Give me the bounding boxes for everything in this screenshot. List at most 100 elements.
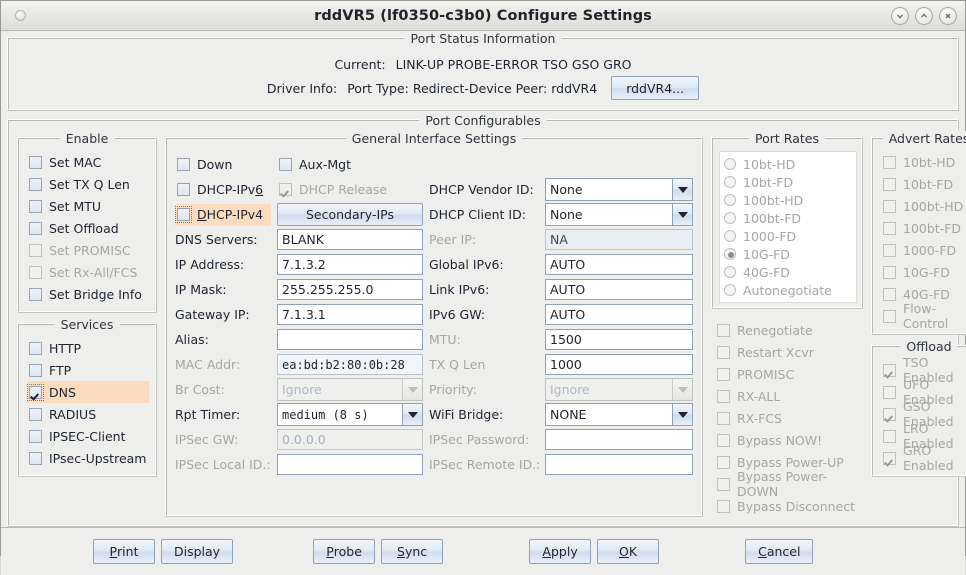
service-checkbox-radius[interactable]: RADIUS [27,403,149,425]
general-checkbox-dhcp-ipv6[interactable]: DHCP-IPv6 [175,179,271,201]
display-button[interactable]: Display [161,539,234,564]
mtu-input[interactable]: 1500 [545,329,693,350]
label: 100bt-FD [903,220,962,236]
checkbox-icon [29,265,42,279]
close-button[interactable] [939,6,957,25]
radio-icon [724,266,736,278]
port-rates-check-list: Renegotiate Restart Xcvr PROMISC RX-ALL RX-F… [711,309,863,517]
offload-list: TSO Enabled UFO Enabled GSO Enabled LRO Ena… [873,347,966,475]
advert-checkbox-flow-control: Flow-Control [881,301,966,331]
apply-button[interactable]: Apply [529,539,592,564]
service-checkbox-ftp[interactable]: FTP [27,359,149,381]
enable-checkbox-set-bridge-info[interactable]: Set Bridge Info [27,283,149,305]
port-status-panel: Port Status Information Current: LINK-UP… [7,31,959,111]
label: HTTP [49,340,81,356]
peer-port-button[interactable]: rddVR4... [611,76,700,100]
value: None [550,182,583,197]
port-configurables-panel: Port Configurables Enable Set MAC Set TX … [7,113,966,527]
service-checkbox-ipsec-client[interactable]: IPSEC-Client [27,425,149,447]
label: FTP [49,362,72,378]
probe-button[interactable]: Probe [313,539,376,564]
service-checkbox-ipsec-upstream[interactable]: IPsec-Upstream [27,447,149,469]
peer-ip-input: NA [545,229,693,250]
label: Aux-Mgt [299,157,352,172]
checkbox-icon [175,206,192,223]
checkbox-icon [717,477,730,491]
sync-button[interactable]: Sync [381,539,444,564]
advert-checkbox-100bt-fd: 100bt-FD [881,217,966,239]
services-group-title: Services [54,317,120,332]
service-checkbox-dns[interactable]: DNS [27,381,149,403]
general-checkbox-dhcp-ipv4[interactable]: DHCP-IPv4 [175,203,271,226]
window-menu-icon[interactable] [15,10,26,21]
ipsec-remote-id-input[interactable] [545,454,693,475]
field-label-ipsec-gw: IPSec GW: [175,432,239,447]
ip-mask-input[interactable]: 255.255.255.0 [277,279,423,300]
ip-address-input[interactable]: 7.1.3.2 [277,254,423,275]
label: IPSEC-Client [49,428,126,444]
radio-icon [724,230,736,242]
label: 10bt-FD [903,176,954,192]
checkbox-icon [29,155,42,169]
checkbox-icon [883,451,896,465]
cancel-button[interactable]: Cancel [745,539,814,564]
ok-button[interactable]: OK [597,539,660,564]
checkbox-icon [29,363,42,377]
port-rate-radio-100bt-hd: 100bt-HD [724,191,852,209]
value: medium (8 s) [282,407,369,422]
dhcp-vendor-id-combo[interactable]: None [545,178,693,201]
minimize-button[interactable] [891,6,909,25]
label: 100bt-HD [903,198,964,214]
enable-checkbox-set-tx-q-len[interactable]: Set TX Q Len [27,173,149,195]
maximize-button[interactable] [915,6,933,25]
ipsec-password-input[interactable] [545,429,693,450]
title-bar: rddVR5 (lf0350-c3b0) Configure Settings [1,1,965,31]
field-label-peer-ip: Peer IP: [429,232,477,247]
port-status-title: Port Status Information [404,31,562,46]
label: 10G-FD [743,246,790,262]
ipsec-local-id-input[interactable] [277,454,423,475]
dns-servers-input[interactable]: BLANK [277,229,423,250]
dhcp-client-id-combo[interactable]: None [545,203,693,226]
checkbox-icon [883,407,896,421]
general-checkbox-aux-mgt[interactable]: Aux-Mgt [277,154,423,176]
checkbox-icon [717,499,730,513]
print-display-group: Print Display [93,539,234,564]
wifi-bridge-input[interactable]: NONE [545,403,693,426]
label: RX-ALL [737,388,781,404]
field-label-global-ipv6: Global IPv6: [429,257,504,272]
general-checkbox-down[interactable]: Down [175,154,271,176]
alias-input[interactable] [277,329,423,350]
checkbox-icon [717,411,730,425]
radio-icon [724,158,736,170]
enable-checkbox-set-mac[interactable]: Set MAC [27,151,149,173]
secondary-ips-button[interactable]: Secondary-IPs [277,203,423,226]
label: Set Bridge Info [49,286,142,302]
tx-q-len-input[interactable]: 1000 [545,354,693,375]
link-ipv6-input[interactable]: AUTO [545,279,693,300]
print-button[interactable]: Print [93,539,155,564]
current-value: LINK-UP PROBE-ERROR TSO GSO GRO [395,56,632,72]
gateway-ip-input[interactable]: 7.1.3.1 [277,304,423,325]
global-ipv6-input[interactable]: AUTO [545,254,693,275]
label: 100bt-HD [743,192,804,208]
enable-checkbox-set-mtu[interactable]: Set MTU [27,195,149,217]
port-rates-group: Port Rates 10bt-HD 10bt-FD 100bt-HD 100bt-F… [711,131,863,309]
field-label-ip-address: IP Address: [175,257,245,272]
radio-icon [724,212,736,224]
service-checkbox-http[interactable]: HTTP [27,337,149,359]
port-option-checkbox-rx-fcs: RX-FCS [715,407,859,429]
enable-group: Enable Set MAC Set TX Q Len Set MTU Set Off… [17,131,157,313]
ipv6-gw-input[interactable]: AUTO [545,304,693,325]
port-rate-radio-10bt-hd: 10bt-HD [724,155,852,173]
rpt-timer-input[interactable]: medium (8 s) [277,403,423,426]
checkbox-icon [27,383,44,401]
port-option-checkbox-bypass-now: Bypass NOW! [715,429,859,451]
window-controls [891,6,957,25]
enable-checkbox-set-offload[interactable]: Set Offload [27,217,149,239]
chevron-down-icon [672,379,692,400]
label: 100bt-FD [743,210,802,226]
checkbox-icon [717,345,730,359]
probe-sync-group: Probe Sync [313,539,444,564]
label: Autonegotiate [743,282,832,298]
